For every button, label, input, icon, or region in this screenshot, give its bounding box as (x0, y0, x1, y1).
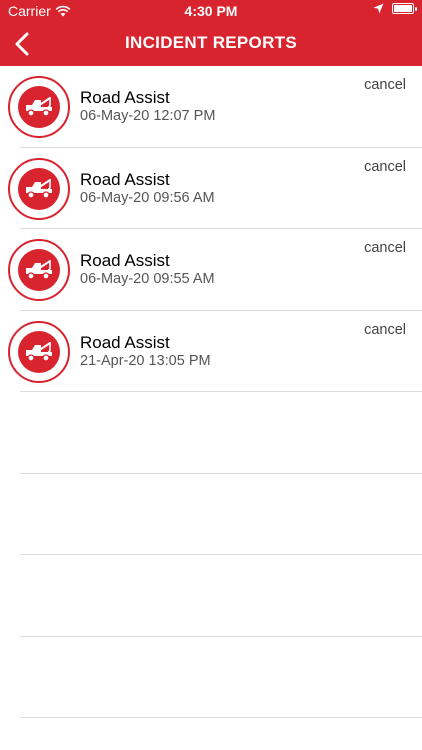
battery-icon (392, 3, 417, 14)
cancel-button[interactable]: cancel (364, 240, 406, 256)
incident-title: Road Assist (80, 169, 170, 189)
incident-date: 06-May-20 09:56 AM (80, 189, 215, 206)
incident-row[interactable]: Road Assist 06-May-20 12:07 PM cancel (0, 66, 422, 148)
incident-avatar (8, 76, 70, 138)
incident-date: 21-Apr-20 13:05 PM (80, 352, 211, 369)
empty-row (0, 392, 422, 474)
battery-level (394, 5, 412, 12)
incident-list: Road Assist 06-May-20 12:07 PM cancel Ro… (0, 66, 422, 718)
incident-row[interactable]: Road Assist 21-Apr-20 13:05 PM cancel (0, 311, 422, 392)
tow-truck-icon (26, 260, 52, 280)
incident-avatar (8, 239, 70, 301)
incident-date: 06-May-20 09:55 AM (80, 271, 215, 287)
status-bar: Carrier 4:30 PM (0, 0, 422, 22)
incident-title: Road Assist (80, 251, 170, 270)
incident-row[interactable]: Road Assist 06-May-20 09:55 AM cancel (0, 229, 422, 311)
incident-row[interactable]: Road Assist 06-May-20 09:56 AM cancel (0, 148, 422, 229)
tow-truck-icon (26, 341, 52, 362)
navigation-bar: INCIDENT REPORTS (0, 22, 422, 66)
cancel-button[interactable]: cancel (364, 322, 406, 338)
cancel-button[interactable]: cancel (364, 159, 406, 175)
incident-date: 06-May-20 12:07 PM (80, 108, 216, 124)
row-divider (20, 717, 422, 718)
status-right (373, 3, 417, 14)
cancel-button[interactable]: cancel (364, 77, 406, 93)
location-arrow-icon (373, 3, 384, 14)
incident-avatar (8, 157, 70, 220)
page-title: INCIDENT REPORTS (125, 33, 297, 52)
empty-row (0, 555, 422, 637)
tow-truck-icon (26, 178, 52, 199)
incident-avatar (8, 320, 70, 383)
tow-truck-icon (26, 97, 52, 117)
incident-title: Road Assist (80, 332, 170, 352)
empty-row (0, 637, 422, 718)
status-time: 4:30 PM (184, 3, 238, 19)
incident-title: Road Assist (80, 88, 170, 107)
app-header: Carrier 4:30 PM INCIDENT REPORTS (0, 0, 422, 66)
empty-row (0, 474, 422, 555)
